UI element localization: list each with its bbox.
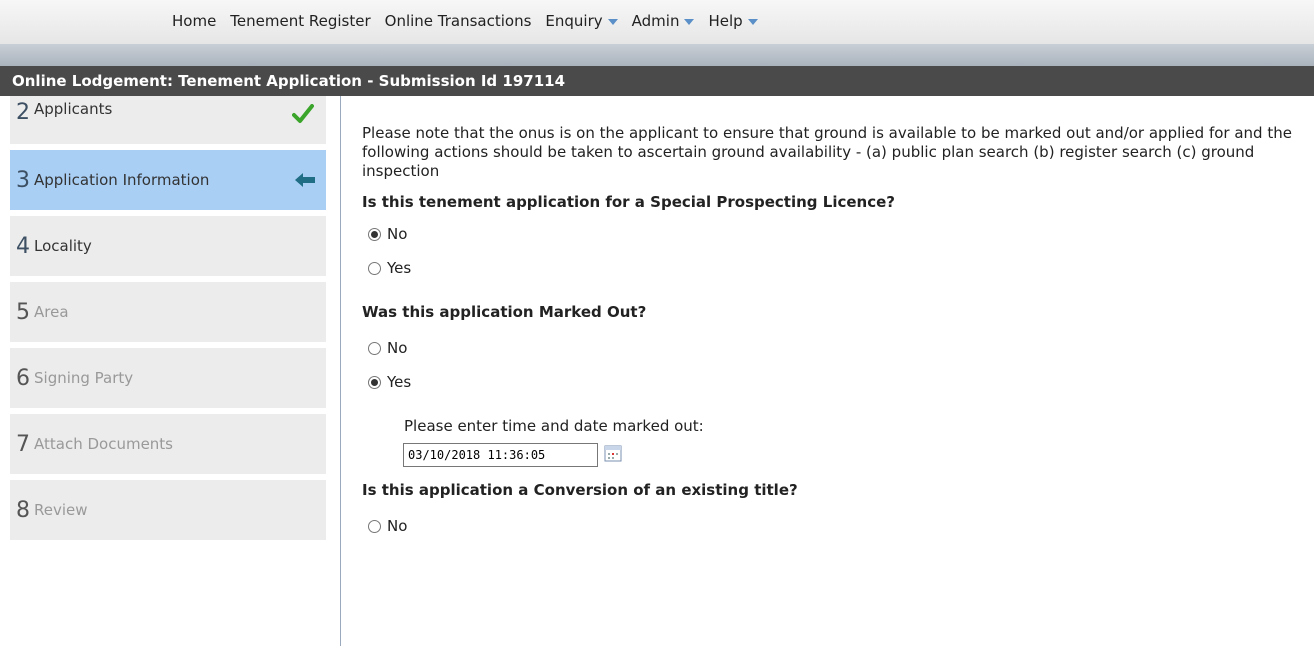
radio-option-spl-no[interactable]: No — [362, 217, 1312, 251]
step-number: 2 — [16, 100, 30, 125]
marked-out-datetime-label: Please enter time and date marked out: — [404, 417, 704, 435]
step-attach-documents: 7 Attach Documents — [10, 414, 326, 474]
nav-home-label: Home — [172, 12, 217, 30]
nav-tenement-register-label: Tenement Register — [230, 12, 371, 30]
radio-label: No — [387, 339, 408, 357]
page-title: Online Lodgement: Tenement Application -… — [0, 66, 1314, 96]
radio-label: Yes — [387, 373, 412, 391]
radio-option-spl-yes[interactable]: Yes — [362, 251, 1312, 285]
question-marked-out: Was this application Marked Out? — [362, 303, 647, 321]
step-number: 4 — [16, 233, 30, 259]
step-locality[interactable]: 4 Locality — [10, 216, 326, 276]
step-label: Area — [34, 303, 69, 321]
radio-label: No — [387, 225, 408, 243]
question-special-prospecting-licence: Is this tenement application for a Speci… — [362, 193, 895, 211]
arrow-left-icon — [294, 172, 316, 192]
step-label: Application Information — [34, 171, 210, 189]
step-label: Signing Party — [34, 369, 134, 387]
step-label: Locality — [34, 237, 92, 255]
wizard-steps: 2 Applicants 3 Application Information 4… — [10, 96, 326, 546]
step-applicants[interactable]: 2 Applicants — [10, 96, 326, 144]
step-review: 8 Review — [10, 480, 326, 540]
step-number: 7 — [16, 431, 30, 457]
step-number: 5 — [16, 299, 30, 325]
radio-button[interactable] — [368, 227, 381, 241]
radio-button[interactable] — [368, 341, 381, 355]
step-number: 8 — [16, 497, 30, 523]
calendar-icon[interactable] — [604, 444, 622, 466]
radio-option-marked-out-yes[interactable]: Yes — [362, 365, 1312, 399]
nav-enquiry-label: Enquiry — [545, 12, 603, 30]
radio-button[interactable] — [368, 261, 381, 275]
question-conversion: Is this application a Conversion of an e… — [362, 481, 798, 499]
checkmark-icon — [292, 104, 314, 128]
step-area: 5 Area — [10, 282, 326, 342]
ground-availability-notice: Please note that the onus is on the appl… — [362, 124, 1292, 180]
step-signing-party: 6 Signing Party — [10, 348, 326, 408]
step-label: Review — [34, 501, 88, 519]
application-form: Please note that the onus is on the appl… — [362, 96, 1312, 543]
radio-option-conversion-no[interactable]: No — [362, 509, 1312, 543]
step-label: Attach Documents — [34, 435, 173, 453]
radio-button[interactable] — [368, 375, 381, 389]
nav-admin[interactable]: Admin — [632, 12, 695, 30]
step-number: 3 — [16, 167, 30, 193]
step-label: Applicants — [34, 100, 113, 118]
radio-option-marked-out-no[interactable]: No — [362, 331, 1312, 365]
nav-online-transactions[interactable]: Online Transactions — [385, 12, 532, 30]
nav-online-transactions-label: Online Transactions — [384, 12, 532, 30]
step-application-information[interactable]: 3 Application Information — [10, 150, 326, 210]
content-divider — [340, 96, 341, 646]
nav-home[interactable]: Home — [172, 12, 216, 30]
radio-label: No — [387, 517, 408, 535]
radio-label: Yes — [387, 259, 412, 277]
nav-admin-label: Admin — [631, 12, 680, 30]
nav-enquiry[interactable]: Enquiry — [545, 12, 618, 30]
nav-help[interactable]: Help — [708, 12, 758, 30]
dropdown-caret-icon — [684, 19, 695, 25]
dropdown-caret-icon — [607, 19, 618, 25]
dropdown-caret-icon — [747, 19, 758, 25]
nav-tenement-register[interactable]: Tenement Register — [230, 12, 370, 30]
marked-out-datetime-input[interactable] — [403, 443, 598, 467]
step-number: 6 — [16, 365, 30, 391]
nav-menu: Home Tenement Register Online Transactio… — [172, 12, 758, 30]
top-navigation: Home Tenement Register Online Transactio… — [0, 0, 1314, 44]
sub-navigation-bar — [0, 44, 1314, 66]
nav-help-label: Help — [708, 12, 743, 30]
radio-button[interactable] — [368, 519, 381, 533]
marked-out-datetime-row — [403, 443, 1312, 467]
